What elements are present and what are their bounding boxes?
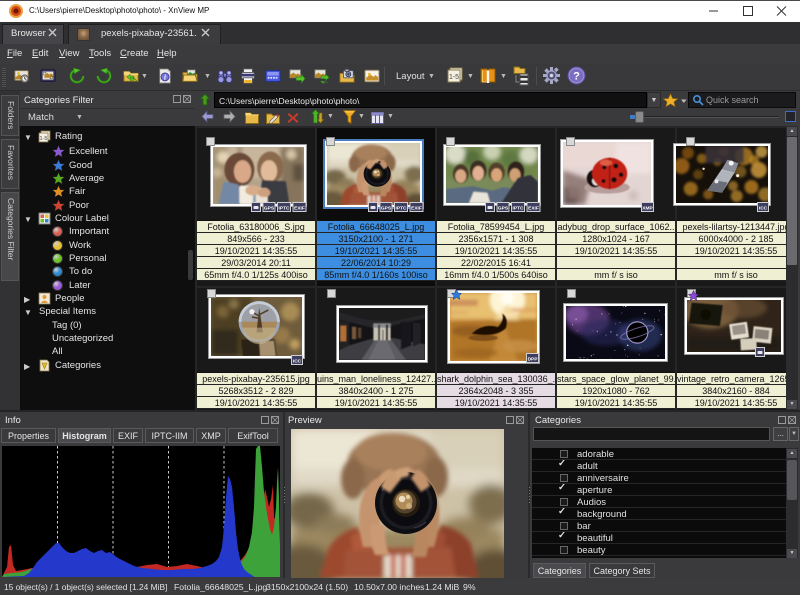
svg-text:1-5: 1-5 [449, 74, 459, 81]
svg-text:ICC: ICC [293, 359, 302, 365]
svg-text:1-5: 1-5 [40, 136, 48, 142]
svg-text:i: i [164, 74, 166, 82]
svg-text:IPTC: IPTC [278, 206, 289, 212]
svg-text:DPP: DPP [528, 357, 539, 363]
svg-text:EXIF: EXIF [411, 206, 422, 212]
svg-text:EXIF: EXIF [294, 206, 305, 212]
svg-text:ICC: ICC [759, 206, 768, 212]
svg-text:GPS: GPS [380, 206, 391, 212]
svg-text:IPTC: IPTC [512, 206, 523, 212]
svg-text:IPTC: IPTC [395, 206, 406, 212]
svg-text:EXIF: EXIF [528, 206, 539, 212]
svg-text:XMP: XMP [642, 206, 653, 212]
svg-text:GPS: GPS [497, 206, 508, 212]
svg-text:?: ? [573, 71, 580, 83]
svg-text:GPS: GPS [263, 206, 274, 212]
